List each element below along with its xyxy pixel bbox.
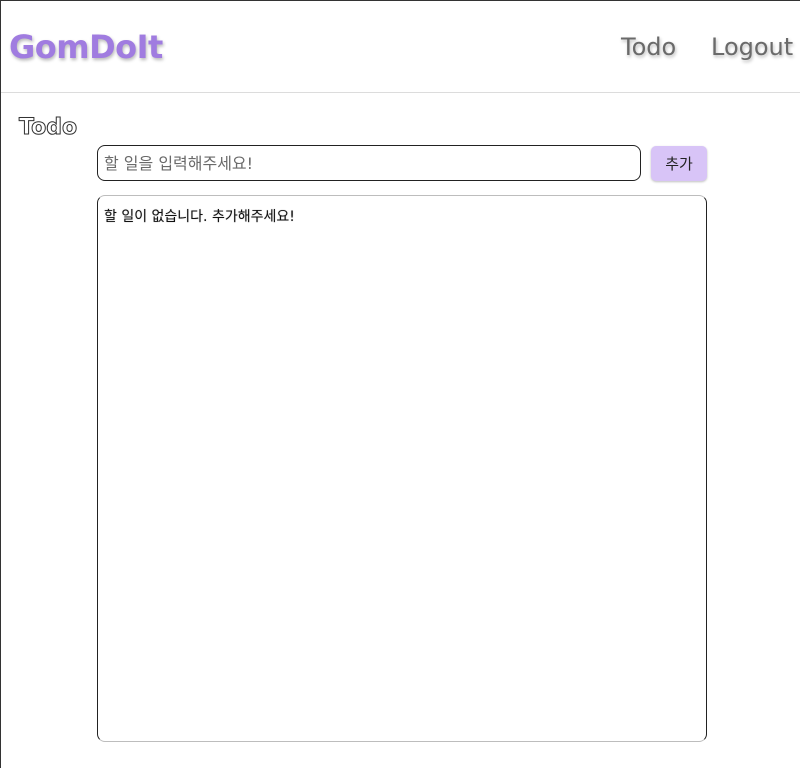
todo-list: 할 일이 없습니다. 추가해주세요! — [97, 195, 707, 742]
brand-logo[interactable]: GomDoIt — [9, 28, 163, 66]
page-title: Todo — [18, 115, 78, 141]
add-todo-button[interactable]: 추가 — [651, 146, 707, 181]
todo-input[interactable] — [97, 145, 641, 181]
navbar: GomDoIt Todo Logout — [1, 1, 800, 93]
nav-link-logout[interactable]: Logout — [711, 33, 793, 61]
empty-list-message: 할 일이 없습니다. 추가해주세요! — [104, 209, 295, 225]
nav-link-todo[interactable]: Todo — [621, 33, 676, 61]
app-window: GomDoIt Todo Logout Todo 추가 할 일이 없습니다. 추… — [0, 0, 800, 768]
